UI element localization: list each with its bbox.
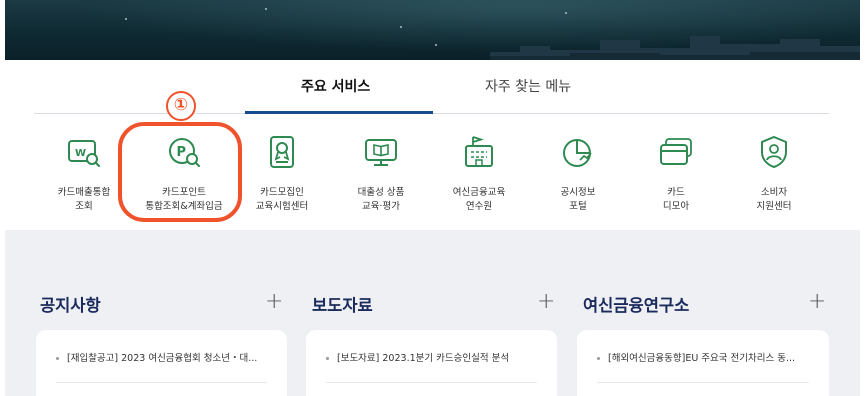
pie-chart-icon — [563, 139, 592, 167]
monitor-book-icon — [365, 139, 397, 166]
hero-banner — [5, 0, 860, 60]
service-card-demoa[interactable]: 카드 디모아 — [628, 134, 724, 214]
list-item[interactable]: [보도자료] 2023.1분기 카드승인실적 분석 — [326, 350, 509, 364]
service-label: 여신금융교육 연수원 — [452, 187, 506, 212]
press-card: [보도자료] 2023.1분기 카드승인실적 분석 — [306, 330, 557, 396]
list-item[interactable]: [해외여신금융동향]EU 주요국 전기차리스 동... — [597, 350, 795, 364]
banner-star — [265, 8, 267, 10]
academy-building-icon — [465, 136, 493, 167]
city-skyline — [490, 36, 860, 60]
service-tabs: 주요 서비스 자주 찾는 메뉴 — [34, 68, 829, 114]
bullet-dot — [326, 357, 329, 360]
list-item[interactable]: [재입찰공고] 2023 여신금융협회 청소년・대... — [56, 350, 257, 364]
banner-star — [400, 26, 402, 28]
active-tab-indicator — [245, 111, 433, 114]
card-sales-search-icon: W — [68, 140, 100, 167]
service-consumer-support[interactable]: 소비자 지원센터 — [726, 134, 822, 214]
service-label: 카드모집인 교육시험센터 — [255, 187, 309, 212]
service-recruiter-exam[interactable]: 카드모집인 교육시험센터 — [234, 134, 330, 214]
divider — [56, 382, 267, 383]
banner-star — [125, 18, 127, 20]
notice-card: [재입찰공고] 2023 여신금융협회 청소년・대... — [36, 330, 287, 396]
service-disclosure-portal[interactable]: 공시정보 포털 — [530, 134, 626, 214]
tab-frequent-menu[interactable]: 자주 찾는 메뉴 — [485, 76, 571, 96]
tab-main-services[interactable]: 주요 서비스 — [301, 76, 370, 96]
research-card: [해외여신금융동향]EU 주요국 전기차리스 동... — [577, 330, 829, 396]
research-title: 여신금융연구소 — [583, 296, 690, 315]
divider — [326, 382, 537, 383]
banner-star — [565, 12, 567, 14]
highlight-annotation-ring — [118, 122, 242, 222]
press-title: 보도자료 — [312, 296, 373, 315]
service-label: 공시정보 포털 — [560, 187, 596, 212]
bullet-dot — [597, 357, 600, 360]
service-label: 카드 디모아 — [662, 187, 690, 212]
banner-star — [435, 44, 437, 46]
svg-text:W: W — [75, 148, 86, 159]
divider — [597, 382, 809, 383]
step-number-badge: ① — [166, 91, 196, 121]
card-stack-icon — [660, 138, 692, 165]
consumer-shield-icon — [761, 135, 787, 169]
recruiter-certificate-icon — [270, 136, 294, 168]
press-more-button[interactable]: + — [537, 289, 555, 314]
service-label: 대출성 상품 교육·평가 — [357, 187, 405, 212]
bullet-dot — [56, 357, 59, 360]
notice-title: 공지사항 — [40, 296, 101, 315]
service-academy[interactable]: 여신금융교육 연수원 — [431, 134, 527, 214]
service-loan-education[interactable]: 대출성 상품 교육·평가 — [333, 134, 429, 214]
service-label: 소비자 지원센터 — [756, 187, 792, 212]
notice-more-button[interactable]: + — [265, 289, 283, 314]
research-more-button[interactable]: + — [808, 289, 826, 314]
